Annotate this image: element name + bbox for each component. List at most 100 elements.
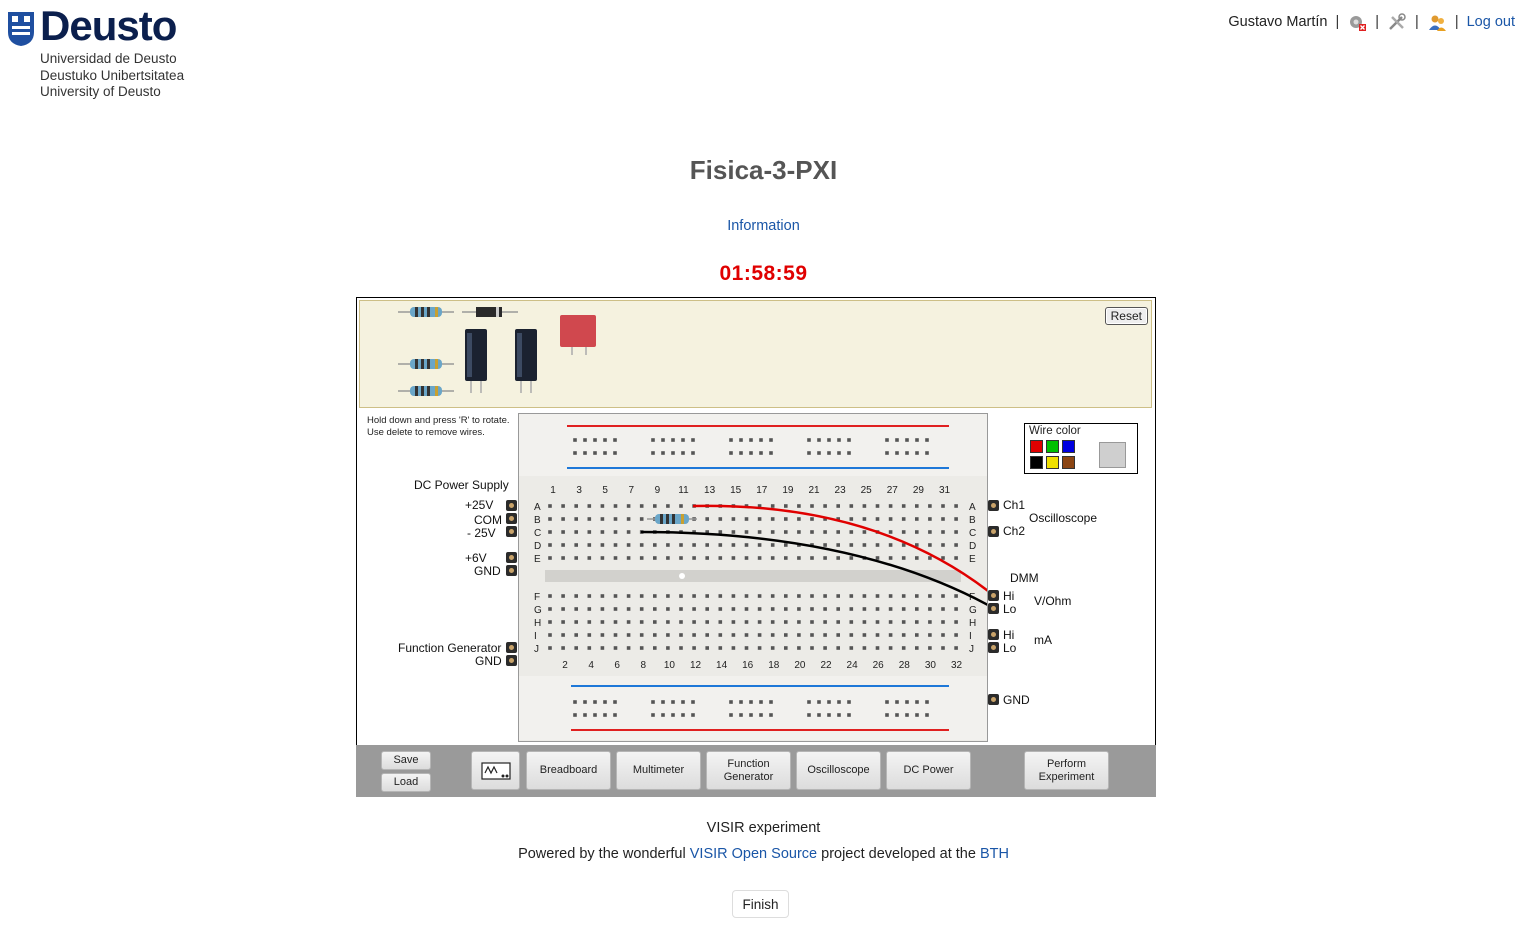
- breadboard-hole[interactable]: [770, 646, 775, 650]
- breadboard-hole[interactable]: [548, 504, 552, 508]
- rail-hole[interactable]: [759, 451, 763, 455]
- rail-hole[interactable]: [593, 451, 597, 455]
- breadboard-hole[interactable]: [810, 646, 814, 650]
- breadboard-hole[interactable]: [849, 607, 854, 611]
- breadboard-hole[interactable]: [705, 556, 709, 560]
- breadboard-hole[interactable]: [639, 620, 644, 624]
- breadboard-hole[interactable]: [915, 530, 919, 534]
- rail-hole[interactable]: [749, 713, 753, 717]
- rail-hole[interactable]: [925, 451, 929, 455]
- jack-plus-25v[interactable]: [506, 500, 517, 511]
- rail-hole[interactable]: [603, 700, 607, 704]
- breadboard-hole[interactable]: [587, 504, 592, 508]
- wire-color-blue[interactable]: [1062, 440, 1075, 453]
- breadboard-hole[interactable]: [836, 594, 840, 598]
- breadboard-hole[interactable]: [731, 556, 736, 560]
- rail-hole[interactable]: [651, 700, 655, 704]
- wire-color-red[interactable]: [1030, 440, 1043, 453]
- breadboard-hole[interactable]: [888, 620, 893, 624]
- breadboard-hole[interactable]: [731, 517, 736, 521]
- film-capacitor-component[interactable]: [560, 315, 598, 355]
- breadboard-hole[interactable]: [548, 620, 552, 624]
- rail-hole[interactable]: [573, 700, 577, 704]
- jack-gnd[interactable]: [506, 565, 517, 576]
- rail-hole[interactable]: [729, 451, 733, 455]
- breadboard-hole[interactable]: [692, 646, 696, 650]
- breadboard-hole[interactable]: [574, 556, 578, 560]
- breadboard-hole[interactable]: [653, 556, 657, 560]
- rail-hole[interactable]: [651, 713, 655, 717]
- breadboard-hole[interactable]: [653, 646, 657, 650]
- rail-hole[interactable]: [807, 451, 811, 455]
- rail-hole[interactable]: [603, 713, 607, 717]
- jack-dmm-ma-hi[interactable]: [988, 629, 999, 640]
- breadboard-hole[interactable]: [823, 620, 827, 624]
- breadboard-hole[interactable]: [836, 620, 840, 624]
- rail-hole[interactable]: [691, 713, 695, 717]
- breadboard-hole[interactable]: [600, 620, 605, 624]
- breadboard-hole[interactable]: [626, 594, 631, 598]
- breadboard-hole[interactable]: [561, 620, 565, 624]
- breadboard-hole[interactable]: [928, 633, 932, 637]
- breadboard-hole[interactable]: [548, 646, 552, 650]
- breadboard-hole[interactable]: [653, 607, 657, 611]
- breadboard-hole[interactable]: [862, 530, 867, 534]
- rail-hole[interactable]: [817, 700, 821, 704]
- breadboard-hole[interactable]: [718, 530, 723, 534]
- breadboard-hole[interactable]: [915, 646, 919, 650]
- rail-hole[interactable]: [749, 700, 753, 704]
- breadboard-hole[interactable]: [954, 646, 958, 650]
- jack-plus-6v[interactable]: [506, 552, 517, 563]
- breadboard-hole[interactable]: [862, 620, 867, 624]
- rail-hole[interactable]: [729, 700, 733, 704]
- breadboard-hole[interactable]: [849, 504, 854, 508]
- breadboard-hole[interactable]: [744, 517, 749, 521]
- breadboard-hole[interactable]: [849, 620, 854, 624]
- breadboard-hole[interactable]: [587, 556, 592, 560]
- breadboard-hole[interactable]: [731, 543, 736, 547]
- breadboard-hole[interactable]: [849, 556, 854, 560]
- rail-hole[interactable]: [847, 713, 851, 717]
- breadboard-hole[interactable]: [757, 620, 762, 624]
- capacitor-component[interactable]: [513, 329, 539, 393]
- rail-hole[interactable]: [847, 438, 851, 442]
- breadboard-hole[interactable]: [849, 594, 854, 598]
- breadboard-hole[interactable]: [626, 556, 631, 560]
- wire-color-brown[interactable]: [1062, 456, 1075, 469]
- rail-hole[interactable]: [671, 713, 675, 717]
- breadboard-hole[interactable]: [941, 633, 945, 637]
- breadboard-hole[interactable]: [928, 556, 932, 560]
- wire-color-green[interactable]: [1046, 440, 1059, 453]
- breadboard-hole[interactable]: [561, 543, 565, 547]
- rail-hole[interactable]: [583, 700, 587, 704]
- breadboard-hole[interactable]: [901, 556, 906, 560]
- breadboard-hole[interactable]: [600, 646, 605, 650]
- breadboard-hole[interactable]: [784, 594, 788, 598]
- breadboard-hole[interactable]: [784, 530, 788, 534]
- jack-dmm-vohm-lo[interactable]: [988, 603, 999, 614]
- breadboard-hole[interactable]: [770, 556, 775, 560]
- rail-hole[interactable]: [573, 451, 577, 455]
- breadboard-hole[interactable]: [928, 543, 932, 547]
- breadboard-hole[interactable]: [705, 594, 709, 598]
- breadboard-hole[interactable]: [639, 543, 644, 547]
- breadboard-hole[interactable]: [928, 530, 932, 534]
- breadboard-hole[interactable]: [731, 607, 736, 611]
- rail-hole[interactable]: [769, 438, 773, 442]
- breadboard-hole[interactable]: [757, 530, 762, 534]
- rail-hole[interactable]: [807, 713, 811, 717]
- breadboard-hole[interactable]: [561, 633, 565, 637]
- breadboard-hole[interactable]: [679, 543, 683, 547]
- rail-hole[interactable]: [671, 438, 675, 442]
- breadboard-hole[interactable]: [901, 646, 906, 650]
- breadboard-hole[interactable]: [574, 530, 578, 534]
- breadboard-hole[interactable]: [849, 646, 854, 650]
- breadboard-hole[interactable]: [915, 620, 919, 624]
- rail-hole[interactable]: [837, 451, 841, 455]
- breadboard-hole[interactable]: [613, 530, 618, 534]
- breadboard-hole[interactable]: [587, 594, 592, 598]
- breadboard-hole[interactable]: [679, 646, 683, 650]
- breadboard-hole[interactable]: [836, 646, 840, 650]
- breadboard-hole[interactable]: [797, 633, 801, 637]
- breadboard-hole[interactable]: [705, 607, 709, 611]
